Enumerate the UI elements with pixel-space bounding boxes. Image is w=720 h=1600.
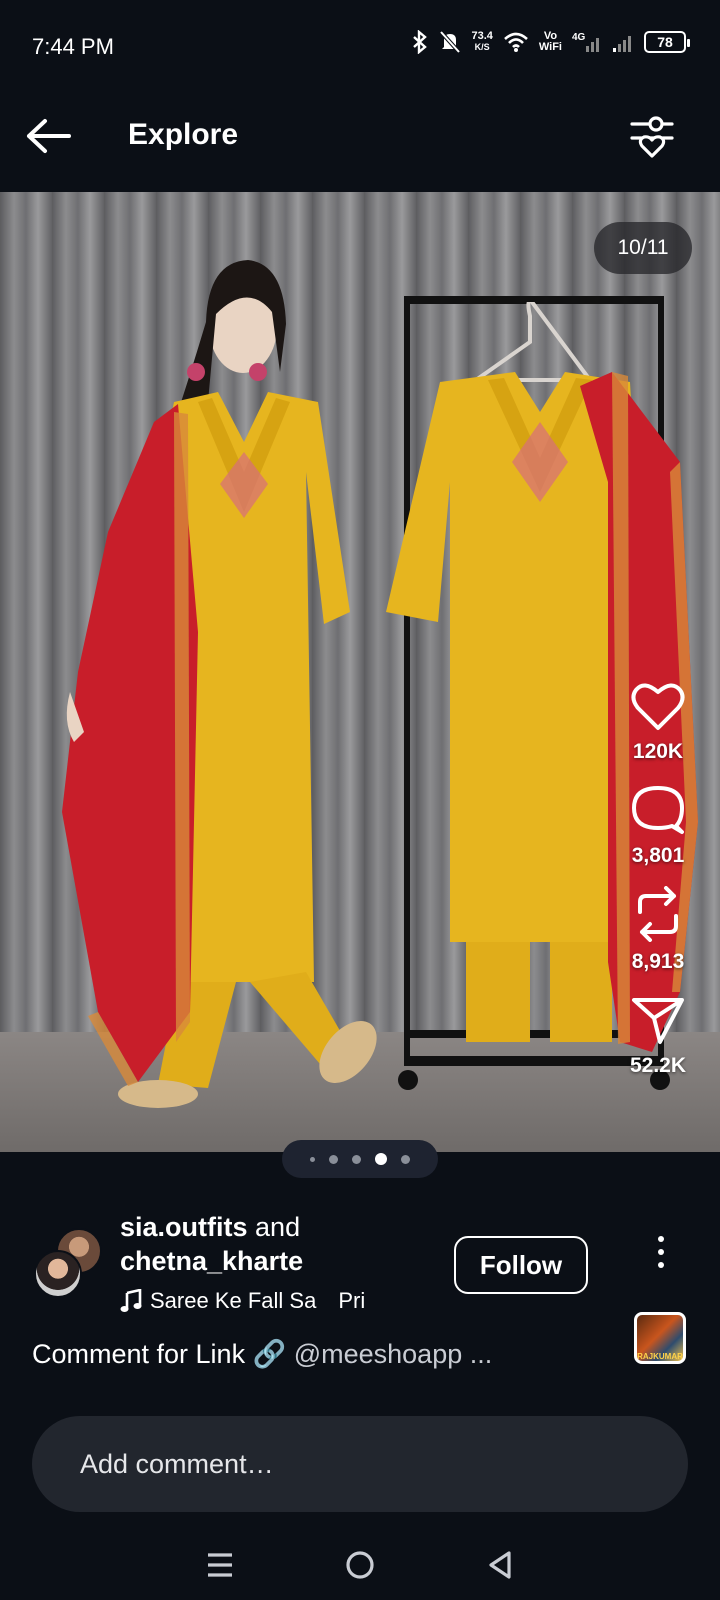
like-count: 120K: [632, 740, 684, 763]
page-counter: 10/11: [594, 222, 692, 274]
carousel-indicator: [282, 1140, 438, 1178]
post-caption[interactable]: Comment for Link 🔗 @meeshoapp ...: [32, 1338, 492, 1370]
audio-thumbnail[interactable]: RAJKUMAR: [634, 1312, 686, 1364]
audio-track-name: Saree Ke Fall Sa: [150, 1288, 317, 1313]
mute-bell-icon: [439, 30, 461, 54]
status-bar: 7:44 PM 73.4 K/S Vo WiFi 4G 78: [0, 0, 720, 80]
back-button[interactable]: [22, 110, 74, 162]
carousel-dot: [401, 1154, 410, 1164]
sliders-heart-icon: [630, 116, 674, 158]
home-icon[interactable]: [344, 1549, 376, 1581]
top-app-bar: Explore: [0, 80, 720, 192]
signal-icon: [613, 36, 631, 52]
comment-action[interactable]: 3,801: [630, 782, 686, 868]
carousel-dot: [329, 1154, 338, 1164]
more-dot-icon: [658, 1249, 664, 1255]
add-comment-input[interactable]: Add comment…: [32, 1416, 688, 1512]
avatar[interactable]: [34, 1250, 82, 1298]
author-avatars[interactable]: [34, 1228, 106, 1300]
audio-track[interactable]: Saree Ke Fall Sa Pri: [120, 1288, 390, 1314]
svg-text:4G: 4G: [572, 32, 586, 43]
repost-count: 8,913: [631, 950, 685, 973]
more-dot-icon: [658, 1236, 664, 1242]
signal-4g-icon: 4G: [572, 32, 599, 52]
status-time: 7:44 PM: [32, 34, 114, 59]
repost-action[interactable]: 8,913: [630, 886, 686, 974]
author-username[interactable]: sia.outfits: [120, 1212, 248, 1242]
music-note-icon: [120, 1289, 142, 1312]
heart-icon[interactable]: [630, 680, 686, 732]
audio-track-suffix: Pri: [338, 1288, 366, 1313]
caption-text: Comment for Link 🔗: [32, 1339, 287, 1369]
wifi-icon: [504, 32, 528, 52]
back-arrow-icon: [27, 119, 71, 153]
carousel-dot-active: [375, 1153, 387, 1165]
audio-thumbnail-text: RAJKUMAR: [637, 1352, 683, 1361]
mannequin-outfit: [62, 260, 377, 1108]
post-authors: sia.outfits and chetna_kharte: [120, 1210, 303, 1278]
comment-bubble-icon[interactable]: [630, 782, 686, 836]
author-conjunction: and: [255, 1212, 301, 1242]
recent-apps-icon[interactable]: [205, 1550, 235, 1580]
comment-count: 3,801: [631, 844, 685, 867]
bluetooth-icon: [413, 30, 428, 54]
send-icon[interactable]: [630, 992, 686, 1046]
status-icons: 73.4 K/S Vo WiFi 4G 78: [411, 30, 690, 54]
like-action[interactable]: 120K: [630, 680, 686, 764]
caption-mention[interactable]: @meeshoapp ...: [294, 1339, 493, 1369]
net-speed: 73.4 K/S: [471, 30, 493, 53]
more-dot-icon: [658, 1262, 664, 1268]
more-options-button[interactable]: [646, 1230, 676, 1274]
follow-button[interactable]: Follow: [454, 1236, 588, 1294]
back-triangle-icon[interactable]: [485, 1549, 515, 1581]
page-title: Explore: [128, 118, 239, 151]
share-action[interactable]: 52.2K: [630, 992, 686, 1078]
side-actions: 120K 3,801 8,913 52.2K: [608, 680, 708, 1096]
carousel-dot: [352, 1154, 361, 1164]
system-nav-bar: [0, 1530, 720, 1600]
vowifi-indicator: Vo WiFi: [538, 30, 562, 53]
carousel-dot: [310, 1156, 315, 1162]
filter-preferences-button[interactable]: [626, 110, 678, 162]
repost-icon[interactable]: [630, 886, 686, 942]
author-username[interactable]: chetna_kharte: [120, 1246, 303, 1276]
share-count: 52.2K: [629, 1054, 687, 1077]
battery-indicator: 78: [644, 31, 690, 53]
